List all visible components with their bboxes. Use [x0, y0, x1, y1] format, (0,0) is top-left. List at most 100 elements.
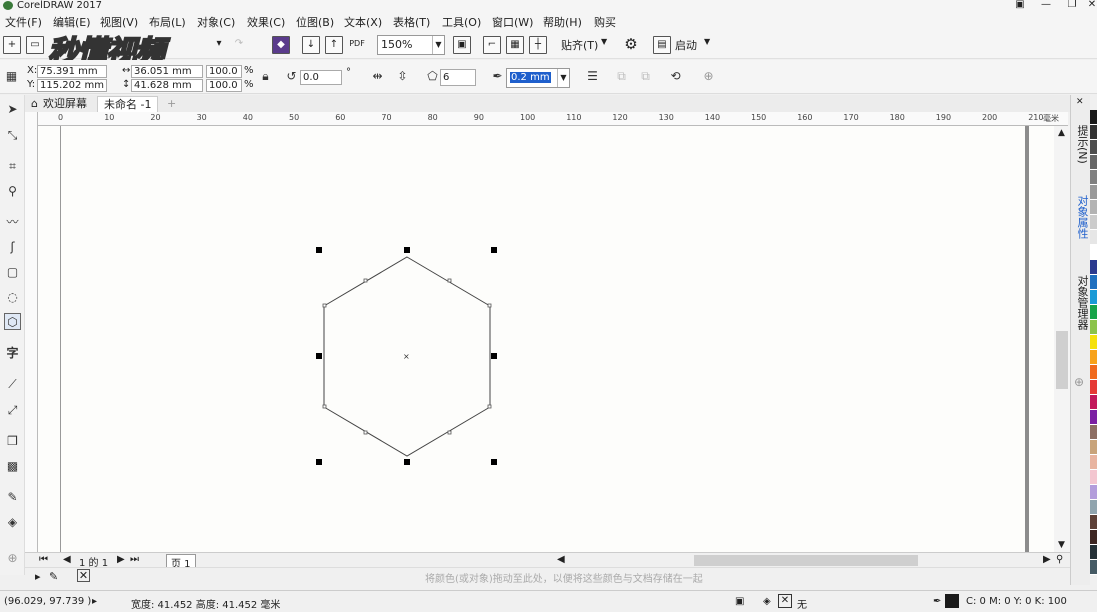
options-gear-icon[interactable]: ⚙ [622, 36, 640, 54]
palette-swatch[interactable] [1090, 215, 1097, 230]
palette-swatch[interactable] [1090, 305, 1097, 320]
polygon-sides-field[interactable]: 6 [440, 69, 476, 86]
drawing-canvas[interactable]: × [38, 126, 1054, 552]
show-guidelines-icon[interactable]: ┼ [529, 36, 547, 54]
lock-ratio-icon[interactable]: 🔒︎ [257, 68, 274, 85]
vertical-ruler[interactable] [25, 112, 38, 552]
text-tool-icon[interactable]: 字 [4, 345, 21, 362]
tab-document[interactable]: 未命名 -1 [97, 96, 159, 112]
palette-swatch[interactable] [1090, 140, 1097, 155]
menu-tools[interactable]: 工具(O) [442, 14, 481, 30]
vertical-scrollbar[interactable]: ▲ ▼ [1054, 126, 1070, 552]
palette-swatch[interactable] [1090, 485, 1097, 500]
publish-pdf-icon[interactable]: PDF [348, 36, 366, 54]
palette-swatch[interactable] [1090, 155, 1097, 170]
menu-table[interactable]: 表格(T) [393, 14, 430, 30]
quick-customize-icon[interactable]: ⊕ [4, 550, 21, 567]
palette-swatch[interactable] [1090, 230, 1097, 245]
redo-icon[interactable]: ↷ [230, 36, 248, 54]
new-document-icon[interactable]: + [3, 36, 21, 54]
palette-swatch[interactable] [1090, 200, 1097, 215]
palette-swatch[interactable] [1090, 500, 1097, 515]
docker-close-icon[interactable]: ✕ [1076, 97, 1084, 107]
menu-edit[interactable]: 编辑(E) [53, 14, 91, 30]
zoom-level-select[interactable]: 150% ▼ [377, 35, 445, 55]
mirror-vertical-icon[interactable]: ⇳ [394, 68, 411, 85]
freehand-tool-icon[interactable]: 〰 [4, 214, 21, 231]
menu-buy[interactable]: 购买 [594, 14, 616, 30]
scroll-left-icon[interactable]: ◀ [557, 554, 565, 565]
prev-page-icon[interactable]: ◀ [63, 554, 71, 565]
docker-tab-manager[interactable]: 对象管理器 [1074, 275, 1090, 330]
palette-swatch[interactable] [1090, 125, 1097, 140]
palette-swatch[interactable] [1090, 380, 1097, 395]
shape-tool-icon[interactable]: ⤡ [4, 127, 21, 144]
palette-swatch[interactable] [1090, 170, 1097, 185]
palette-swatch[interactable] [1090, 440, 1097, 455]
add-tab-button[interactable]: + [161, 96, 182, 112]
tab-welcome[interactable]: 欢迎屏幕 [37, 96, 93, 112]
menu-bitmaps[interactable]: 位图(B) [296, 14, 334, 30]
application-launcher-icon[interactable]: ▤ [653, 36, 671, 54]
height-field[interactable]: 41.628 mm [131, 79, 203, 92]
object-origin-icon[interactable]: ▦ [3, 68, 20, 85]
quick-customize-icon[interactable]: ⊕ [700, 68, 717, 85]
palette-swatch[interactable] [1090, 470, 1097, 485]
menu-view[interactable]: 视图(V) [100, 14, 138, 30]
close-button[interactable]: ✕ [1080, 0, 1097, 11]
palette-swatch[interactable] [1090, 530, 1097, 545]
palette-swatch[interactable] [1090, 260, 1097, 275]
open-icon[interactable]: ▭ [26, 36, 44, 54]
pick-tool-icon[interactable]: ➤ [4, 101, 21, 118]
interactive-fill-icon[interactable]: ◈ [4, 514, 21, 531]
transparency-tool-icon[interactable]: ▩ [4, 458, 21, 475]
palette-swatch[interactable] [1090, 290, 1097, 305]
drop-shadow-icon[interactable]: ❒ [4, 433, 21, 450]
full-screen-icon[interactable]: ▣ [453, 36, 471, 54]
polygon-tool-icon[interactable]: ⬡ [4, 313, 21, 330]
palette-swatch[interactable] [1090, 410, 1097, 425]
last-page-icon[interactable]: ⏭ [130, 554, 139, 565]
eyedropper-tool-icon[interactable]: ✎ [4, 489, 21, 506]
scroll-up-icon[interactable]: ▲ [1058, 128, 1065, 138]
menu-help[interactable]: 帮助(H) [543, 14, 582, 30]
add-docker-icon[interactable]: ⊕ [1074, 375, 1084, 389]
color-palette[interactable] [1090, 110, 1097, 580]
scroll-down-icon[interactable]: ▼ [1058, 540, 1065, 550]
outline-width-select[interactable]: 0.2 mm ▼ [506, 68, 570, 88]
menu-object[interactable]: 对象(C) [197, 14, 235, 30]
connector-tool-icon[interactable]: ⤢ [4, 402, 21, 419]
y-position-field[interactable]: 115.202 mm [37, 79, 107, 92]
convert-to-curves-icon[interactable]: ⟲ [667, 68, 684, 85]
palette-swatch[interactable] [1090, 185, 1097, 200]
undo-dropdown-icon[interactable]: ▾ [210, 36, 228, 54]
horizontal-scroll-thumb[interactable] [694, 555, 918, 566]
menu-layout[interactable]: 布局(L) [149, 14, 186, 30]
palette-swatch[interactable] [1090, 275, 1097, 290]
docker-tab-properties[interactable]: 对象属性 [1074, 195, 1090, 239]
minimize-button[interactable]: — [1034, 0, 1058, 11]
x-position-field[interactable]: 75.391 mm [37, 65, 107, 78]
horizontal-ruler[interactable]: 毫米 0 10 20 30 40 50 60 70 80 90 100 110 120 130 140 150… [38, 112, 1068, 126]
palette-swatch[interactable] [1090, 350, 1097, 365]
document-palette[interactable]: ▸ ✎ ✕ 将颜色(或对象)拖动至此处，以便将这些颜色与文档存储在一起 [25, 567, 1070, 585]
show-rulers-icon[interactable]: ⌐ [483, 36, 501, 54]
palette-play-icon[interactable]: ▸ [35, 570, 41, 583]
dimension-tool-icon[interactable]: ⟋ [4, 376, 21, 393]
artistic-media-icon[interactable]: ʃ [4, 239, 21, 256]
color-proof-icon[interactable]: ▣ [735, 596, 744, 607]
next-page-icon[interactable]: ▶ [117, 554, 125, 565]
scroll-right-icon[interactable]: ▶ [1043, 554, 1051, 565]
menu-effects[interactable]: 效果(C) [247, 14, 285, 30]
to-front-icon[interactable]: ⧉ [613, 68, 630, 85]
menu-text[interactable]: 文本(X) [344, 14, 382, 30]
rectangle-tool-icon[interactable]: ▢ [4, 264, 21, 281]
export-icon[interactable]: ↑ [325, 36, 343, 54]
import-icon[interactable]: ↓ [302, 36, 320, 54]
scale-y-field[interactable]: 100.0 [206, 79, 242, 92]
palette-swatch[interactable] [1090, 365, 1097, 380]
palette-swatch[interactable] [1090, 320, 1097, 335]
status-expand-icon[interactable]: ▸ [92, 596, 97, 607]
mirror-horizontal-icon[interactable]: ⇹ [369, 68, 386, 85]
palette-swatch[interactable] [1090, 515, 1097, 530]
